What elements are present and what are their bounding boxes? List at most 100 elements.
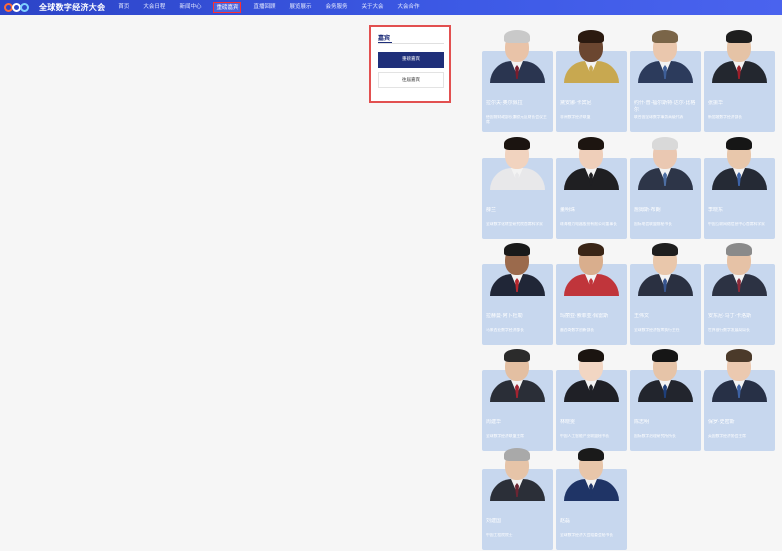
speaker-card[interactable]: 玛丽亚·索菲亚·佩雷斯 墨西哥数字创新部长 bbox=[556, 240, 627, 345]
speaker-title: 马来西亚数字经济部长 bbox=[486, 328, 524, 332]
speaker-card[interactable]: 董明珠珠海格力电器股份有限公司董事长 bbox=[556, 134, 627, 239]
nav-item-6[interactable]: 会务服务 bbox=[324, 2, 350, 13]
speaker-name: 黛安娜·卡宾尼 bbox=[560, 100, 592, 106]
speaker-name: 王伟文 bbox=[634, 313, 650, 319]
speaker-title: 中国互联网络信息中心首席科学家 bbox=[708, 222, 765, 226]
speaker-photo bbox=[632, 240, 699, 296]
speaker-name: 周建华 bbox=[486, 419, 502, 425]
speaker-photo-hair bbox=[504, 349, 530, 362]
speaker-filter-panel: 嘉宾 重磅嘉宾 往届嘉宾 bbox=[369, 25, 451, 103]
speaker-name: 玛丽亚·索菲亚·佩雷斯 bbox=[560, 313, 609, 319]
speaker-photo bbox=[558, 27, 625, 83]
speaker-photo bbox=[632, 27, 699, 83]
speaker-photo bbox=[632, 346, 699, 402]
speaker-card[interactable]: 拉赫曼·阿卜杜勒 马来西亚数字经济部长 bbox=[482, 240, 553, 345]
speaker-title: 全球数字化转型研究院首席科学家 bbox=[486, 222, 543, 226]
speaker-card[interactable]: 保罗·史密斯英国数字经济协会主席 bbox=[704, 346, 775, 451]
nav-item-1[interactable]: 大会日程 bbox=[141, 2, 167, 13]
speaker-name: 赵磊 bbox=[560, 518, 571, 524]
speaker-name: 林晓雯 bbox=[560, 419, 576, 425]
top-nav-bar: 全球数字经济大会 首页 大会日程 新闻中心 重磅嘉宾 直播回顾 展览展示 会务服务 关于大会大… bbox=[0, 0, 782, 15]
nav-item-4[interactable]: 直播回顾 bbox=[251, 2, 277, 13]
speaker-photo-hair bbox=[652, 30, 678, 43]
speaker-card[interactable]: 周建华 全球数字经济联盟主席 bbox=[482, 346, 553, 451]
speaker-photo-hair bbox=[504, 137, 530, 150]
speaker-title: 国际数字治理研究所所长 bbox=[634, 434, 676, 438]
speaker-name: 薛兰 bbox=[486, 207, 497, 213]
speaker-card[interactable]: 安东尼·马丁·卡洛斯 世界银行数字发展局局长 bbox=[704, 240, 775, 345]
speaker-card[interactable]: 林晓雯中国人工智能产业联盟秘书长 bbox=[556, 346, 627, 451]
speaker-card[interactable]: 詹姆斯·布朗国际电信联盟前秘书长 bbox=[630, 134, 701, 239]
speaker-name: 刘建国 bbox=[486, 518, 502, 524]
nav-item-3[interactable]: 重磅嘉宾 bbox=[213, 2, 242, 13]
speaker-title: 国际电信联盟前秘书长 bbox=[634, 222, 672, 226]
speaker-title: 新加坡数字经济部长 bbox=[708, 115, 743, 119]
speaker-photo-hair bbox=[726, 349, 752, 362]
speaker-card[interactable]: 张振华新加坡数字经济部长 bbox=[704, 27, 775, 132]
speaker-photo-hair bbox=[504, 243, 530, 256]
main-nav: 首页 大会日程 新闻中心 重磅嘉宾 直播回顾 展览展示 会务服务 关于大会 大会合作 bbox=[111, 0, 426, 15]
speaker-photo-hair bbox=[504, 30, 530, 43]
speaker-photo bbox=[706, 346, 773, 402]
speaker-photo bbox=[706, 240, 773, 296]
speaker-name: 约什·普·福尔斯特·达尔·比格尔 bbox=[634, 100, 696, 113]
speaker-photo bbox=[484, 445, 551, 501]
speaker-name: 董明珠 bbox=[560, 207, 576, 213]
nav-item-0[interactable]: 首页 bbox=[116, 2, 131, 13]
speaker-photo-hair bbox=[726, 243, 752, 256]
featured-speakers-button[interactable]: 重磅嘉宾 bbox=[378, 52, 444, 68]
speaker-title: 非洲数字经济联盟 bbox=[560, 115, 591, 119]
nav-item-2[interactable]: 新闻中心 bbox=[177, 2, 203, 13]
speaker-title: 全球数字经济大会组委会秘书长 bbox=[560, 533, 614, 537]
nav-item-8[interactable]: 大会合作 bbox=[396, 2, 422, 13]
speaker-photo bbox=[484, 240, 551, 296]
speaker-card[interactable]: 陈志明 国际数字治理研究所所长 bbox=[630, 346, 701, 451]
speaker-photo bbox=[558, 445, 625, 501]
speaker-photo bbox=[484, 346, 551, 402]
speaker-card[interactable]: 刘建国中国工程院院士 bbox=[482, 445, 553, 550]
speaker-card[interactable]: 黛安娜·卡宾尼 非洲数字经济联盟 bbox=[556, 27, 627, 132]
speaker-title: 英国数字经济协会主席 bbox=[708, 434, 746, 438]
speaker-title: 墨西哥数字创新部长 bbox=[560, 328, 595, 332]
logo-mark-icon bbox=[4, 3, 36, 12]
filter-title: 嘉宾 bbox=[378, 35, 391, 42]
speaker-card[interactable]: 李晓东中国互联网络信息中心首席科学家 bbox=[704, 134, 775, 239]
speaker-title: 德国前财政部长兼欧元区财长会议主席 bbox=[486, 115, 547, 124]
speaker-name: 安东尼·马丁·卡洛斯 bbox=[708, 313, 752, 319]
filter-divider bbox=[378, 43, 444, 44]
logo[interactable]: 全球数字经济大会 bbox=[4, 2, 105, 13]
speaker-photo bbox=[632, 134, 699, 190]
speaker-photo bbox=[558, 240, 625, 296]
speaker-title: 中国人工智能产业联盟秘书长 bbox=[560, 434, 610, 438]
speaker-card[interactable]: 薛兰全球数字化转型研究院首席科学家 bbox=[482, 134, 553, 239]
speaker-card[interactable]: 拉尔夫·奥尔佩拉德国前财政部长兼欧元区财长会议主席 bbox=[482, 27, 553, 132]
speaker-photo-hair bbox=[652, 349, 678, 362]
speaker-name: 拉赫曼·阿卜杜勒 bbox=[486, 313, 523, 319]
speaker-photo-hair bbox=[504, 448, 530, 461]
speaker-photo bbox=[706, 134, 773, 190]
nav-item-7[interactable]: 关于大会 bbox=[360, 2, 386, 13]
speaker-name: 保罗·史密斯 bbox=[708, 419, 735, 425]
past-speakers-button[interactable]: 往届嘉宾 bbox=[378, 72, 444, 88]
speaker-photo-hair bbox=[726, 30, 752, 43]
speaker-name: 拉尔夫·奥尔佩拉 bbox=[486, 100, 523, 106]
speaker-name: 詹姆斯·布朗 bbox=[634, 207, 661, 213]
speaker-photo-hair bbox=[578, 30, 604, 43]
speaker-name: 张振华 bbox=[708, 100, 724, 106]
speaker-title: 全球数字经济智库执行主任 bbox=[634, 328, 680, 332]
speaker-title: 联合国全球数字事务高级代表 bbox=[634, 115, 684, 119]
speaker-photo bbox=[484, 27, 551, 83]
speaker-photo bbox=[706, 27, 773, 83]
speaker-name: 李晓东 bbox=[708, 207, 724, 213]
speaker-card[interactable]: 赵磊全球数字经济大会组委会秘书长 bbox=[556, 445, 627, 550]
speaker-photo bbox=[484, 134, 551, 190]
speaker-title: 世界银行数字发展局局长 bbox=[708, 328, 750, 332]
speaker-title: 中国工程院院士 bbox=[486, 533, 513, 537]
nav-item-5[interactable]: 展览展示 bbox=[287, 2, 313, 13]
speaker-photo bbox=[558, 134, 625, 190]
speaker-photo-hair bbox=[578, 349, 604, 362]
speaker-title: 珠海格力电器股份有限公司董事长 bbox=[560, 222, 617, 226]
speaker-card[interactable]: 王伟文全球数字经济智库执行主任 bbox=[630, 240, 701, 345]
speaker-card[interactable]: 约什·普·福尔斯特·达尔·比格尔联合国全球数字事务高级代表 bbox=[630, 27, 701, 132]
speaker-photo bbox=[558, 346, 625, 402]
